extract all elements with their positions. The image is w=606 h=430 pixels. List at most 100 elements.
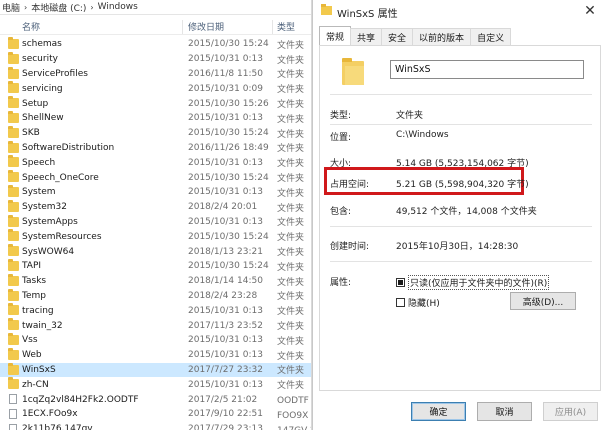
- item-date: 2015/10/30 15:24: [188, 231, 269, 242]
- column-type[interactable]: 类型: [277, 20, 295, 33]
- column-divider[interactable]: [272, 20, 273, 34]
- folder-icon: [342, 58, 364, 85]
- folder-row[interactable]: TAPI 2015/10/30 15:24 文件夹: [0, 258, 311, 274]
- item-name: SystemApps: [22, 216, 78, 227]
- apply-button[interactable]: 应用(A): [543, 402, 598, 421]
- folder-row[interactable]: Web 2015/10/31 0:13 文件夹: [0, 347, 311, 363]
- item-date: 2015/10/31 0:13: [188, 157, 263, 168]
- folder-row[interactable]: security 2015/10/31 0:13 文件夹: [0, 51, 311, 67]
- column-name[interactable]: 名称: [22, 20, 40, 33]
- item-name: 1cqZq2vl84H2Fk2.OODTF: [22, 394, 139, 405]
- item-date: 2016/11/8 11:50: [188, 68, 263, 79]
- cancel-button[interactable]: 取消: [477, 402, 532, 421]
- checkbox-indeterminate-icon[interactable]: [396, 278, 405, 287]
- general-panel: WinSxS 类型: 文件夹 位置: C:\Windows 大小: 5.14 G…: [319, 45, 601, 391]
- folder-icon: [8, 318, 19, 331]
- item-type: 文件夹: [277, 70, 305, 81]
- breadcrumb: 电脑 › 本地磁盘 (C:) › Windows: [0, 0, 311, 15]
- folder-row[interactable]: ShellNew 2015/10/31 0:13 文件夹: [0, 110, 311, 126]
- hidden-label[interactable]: 隐藏(H): [408, 296, 440, 309]
- folder-icon: [8, 377, 19, 390]
- folder-icon: [8, 51, 19, 64]
- ok-button[interactable]: 确定: [411, 402, 466, 421]
- item-name: Speech: [22, 157, 56, 168]
- item-date: 2015/10/31 0:13: [188, 305, 263, 316]
- close-button[interactable]: ✕: [579, 2, 601, 20]
- tab-general[interactable]: 常规: [319, 26, 352, 46]
- folder-row[interactable]: Vss 2015/10/31 0:13 文件夹: [0, 332, 311, 348]
- folder-row[interactable]: tracing 2015/10/31 0:13 文件夹: [0, 303, 311, 318]
- folder-row[interactable]: ServiceProfiles 2016/11/8 11:50 文件夹: [0, 66, 311, 82]
- item-type: 文件夹: [277, 336, 305, 347]
- file-row[interactable]: 2k11b76.147gv 2017/7/29 23:13 147GV 文: [0, 422, 311, 430]
- tab-security[interactable]: 安全: [381, 28, 414, 46]
- item-type: 文件夹: [277, 40, 305, 51]
- folder-row[interactable]: Speech_OneCore 2015/10/30 15:24 文件夹: [0, 170, 311, 185]
- folder-row[interactable]: System32 2018/2/4 20:01 文件夹: [0, 199, 311, 215]
- item-name: SKB: [22, 128, 40, 139]
- checkbox-icon[interactable]: [396, 298, 405, 307]
- readonly-checkbox[interactable]: 只读(仅应用于文件夹中的文件)(R): [396, 275, 550, 290]
- item-name: ShellNew: [22, 113, 64, 124]
- item-date: 2015/10/30 15:26: [188, 98, 269, 109]
- tab-customize[interactable]: 自定义: [470, 28, 512, 46]
- item-date: 2015/10/31 0:13: [188, 335, 263, 346]
- folder-row[interactable]: SKB 2015/10/30 15:24 文件夹: [0, 125, 311, 141]
- folder-name-field[interactable]: WinSxS: [390, 60, 584, 79]
- item-type: 文件夹: [277, 55, 305, 66]
- folder-icon: [8, 170, 19, 183]
- folder-row[interactable]: SystemApps 2015/10/31 0:13 文件夹: [0, 214, 311, 230]
- item-date: 2018/1/13 23:21: [188, 246, 263, 257]
- column-divider[interactable]: [182, 20, 183, 34]
- column-date[interactable]: 修改日期: [188, 20, 224, 33]
- folder-row[interactable]: SysWOW64 2018/1/13 23:21 文件夹: [0, 244, 311, 259]
- item-type: 文件夹: [277, 277, 305, 288]
- folder-icon: [8, 96, 19, 109]
- item-name: TAPI: [22, 261, 42, 272]
- file-row[interactable]: 1cqZq2vl84H2Fk2.OODTF 2017/2/5 21:02 OODTF…: [0, 392, 311, 407]
- folder-row[interactable]: Setup 2015/10/30 15:26 文件夹: [0, 96, 311, 111]
- item-date: 2017/7/29 23:13: [188, 424, 263, 430]
- folder-row[interactable]: System 2015/10/31 0:13 文件夹: [0, 184, 311, 200]
- breadcrumb-item-drive[interactable]: 本地磁盘 (C:): [31, 1, 86, 14]
- folder-row[interactable]: twain_32 2017/11/3 23:52 文件夹: [0, 318, 311, 333]
- item-date: 2015/10/31 0:13: [188, 54, 263, 65]
- folder-icon: [8, 125, 19, 138]
- item-name: 1ECX.FOo9x: [22, 409, 78, 420]
- folder-icon: [8, 288, 19, 301]
- contains-label: 包含:: [330, 207, 352, 217]
- item-date: 2017/7/27 23:32: [188, 364, 263, 375]
- created-value: 2015年10月30日，14:28:30: [396, 242, 519, 252]
- folder-icon: [8, 362, 19, 375]
- folder-row[interactable]: SystemResources 2015/10/30 15:24 文件夹: [0, 229, 311, 244]
- chevron-right-icon: ›: [24, 2, 28, 12]
- file-row[interactable]: 1ECX.FOo9x 2017/9/10 22:51 FOO9X 文: [0, 407, 311, 422]
- item-date: 2016/11/26 18:49: [188, 142, 269, 153]
- column-header: 名称 修改日期 类型: [0, 19, 311, 35]
- title-bar: WinSxS 属性 ✕: [313, 0, 606, 22]
- item-date: 2018/2/4 23:28: [188, 290, 258, 301]
- hidden-checkbox[interactable]: 隐藏(H): [396, 296, 440, 309]
- advanced-button[interactable]: 高级(D)...: [510, 292, 576, 310]
- readonly-label[interactable]: 只读(仅应用于文件夹中的文件)(R): [408, 275, 550, 290]
- breadcrumb-item-windows[interactable]: Windows: [98, 2, 138, 12]
- folder-row[interactable]: Speech 2015/10/31 0:13 文件夹: [0, 155, 311, 170]
- folder-row[interactable]: schemas 2015/10/30 15:24 文件夹: [0, 37, 311, 52]
- breadcrumb-item-computer[interactable]: 电脑: [2, 1, 20, 14]
- dialog-title: WinSxS 属性: [337, 9, 398, 20]
- contains-value: 49,512 个文件，14,008 个文件夹: [396, 207, 537, 217]
- folder-row[interactable]: servicing 2015/10/31 0:09 文件夹: [0, 81, 311, 96]
- tab-sharing[interactable]: 共享: [350, 28, 383, 46]
- item-date: 2015/10/30 15:24: [188, 128, 269, 139]
- folder-row[interactable]: SoftwareDistribution 2016/11/26 18:49 文件夹: [0, 140, 311, 156]
- item-name: Setup: [22, 98, 49, 109]
- tab-previous-versions[interactable]: 以前的版本: [412, 28, 472, 46]
- folder-row[interactable]: Tasks 2018/1/14 14:50 文件夹: [0, 273, 311, 289]
- item-date: 2015/10/31 0:13: [188, 187, 263, 198]
- folder-row[interactable]: zh-CN 2015/10/31 0:13 文件夹: [0, 377, 311, 392]
- folder-row[interactable]: Temp 2018/2/4 23:28 文件夹: [0, 288, 311, 304]
- item-type: 文件夹: [277, 129, 305, 140]
- attributes-label: 属性:: [330, 278, 352, 288]
- item-type: 文件夹: [277, 248, 305, 259]
- folder-row[interactable]: WinSxS 2017/7/27 23:32 文件夹: [0, 362, 311, 378]
